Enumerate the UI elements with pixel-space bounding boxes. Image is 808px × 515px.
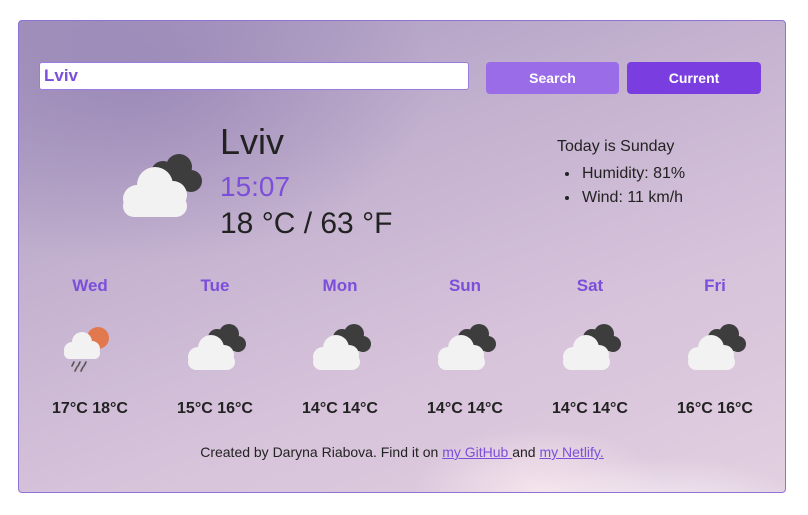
weather-details-list: Humidity: 81% Wind: 11 km/h <box>560 162 685 210</box>
forecast-day-name: Fri <box>704 276 726 295</box>
forecast-day-temps: 14°C 14°C <box>302 400 378 417</box>
cloudy-icon <box>438 324 496 370</box>
city-search-input[interactable] <box>39 62 469 90</box>
forecast-day-temps: 16°C 16°C <box>677 400 753 417</box>
forecast-day: Wed 17°C 18°C <box>45 274 135 418</box>
wind-item: Wind: 11 km/h <box>580 186 685 210</box>
forecast-day: Sat 14°C 14°C <box>545 274 635 418</box>
search-button[interactable]: Search <box>486 62 619 94</box>
forecast-day: Fri 16°C 16°C <box>670 274 760 418</box>
local-time: 15:07 <box>220 171 291 202</box>
forecast-day: Sun 14°C 14°C <box>420 274 510 418</box>
forecast-day-name: Sat <box>576 276 604 295</box>
forecast-day-name: Mon <box>322 276 358 295</box>
forecast-day: Mon 14°C 14°C <box>295 274 385 418</box>
cloudy-icon <box>563 324 621 370</box>
cloudy-icon <box>188 324 246 370</box>
weather-card: Search Current Lviv 15:07 18 °C / 63 °F … <box>18 20 786 493</box>
footer: Created by Daryna Riabova. Find it on my… <box>19 444 785 460</box>
github-link[interactable]: my GitHub <box>442 444 512 460</box>
cloudy-icon <box>313 324 371 370</box>
forecast-day-name: Wed <box>72 276 108 295</box>
cloudy-icon <box>123 154 202 217</box>
current-temperature: 18 °C / 63 °F <box>220 207 393 240</box>
netlify-link[interactable]: my Netlify. <box>539 444 603 460</box>
footer-and-text: and <box>512 444 540 460</box>
sun-rain-icon <box>64 327 109 372</box>
forecast-day-temps: 14°C 14°C <box>427 400 503 417</box>
cloudy-icon <box>688 324 746 370</box>
forecast-day: Tue 15°C 16°C <box>170 274 260 418</box>
city-name: Lviv <box>220 121 285 162</box>
forecast-day-temps: 14°C 14°C <box>552 400 628 417</box>
current-location-button[interactable]: Current <box>627 62 761 94</box>
humidity-item: Humidity: 81% <box>580 162 685 186</box>
footer-text: Created by Daryna Riabova. Find it on <box>200 444 443 460</box>
forecast-day-temps: 17°C 18°C <box>52 400 128 417</box>
forecast-day-name: Tue <box>200 276 230 295</box>
forecast-day-name: Sun <box>448 276 482 295</box>
today-label: Today is Sunday <box>557 138 675 155</box>
forecast-day-temps: 15°C 16°C <box>177 400 253 417</box>
